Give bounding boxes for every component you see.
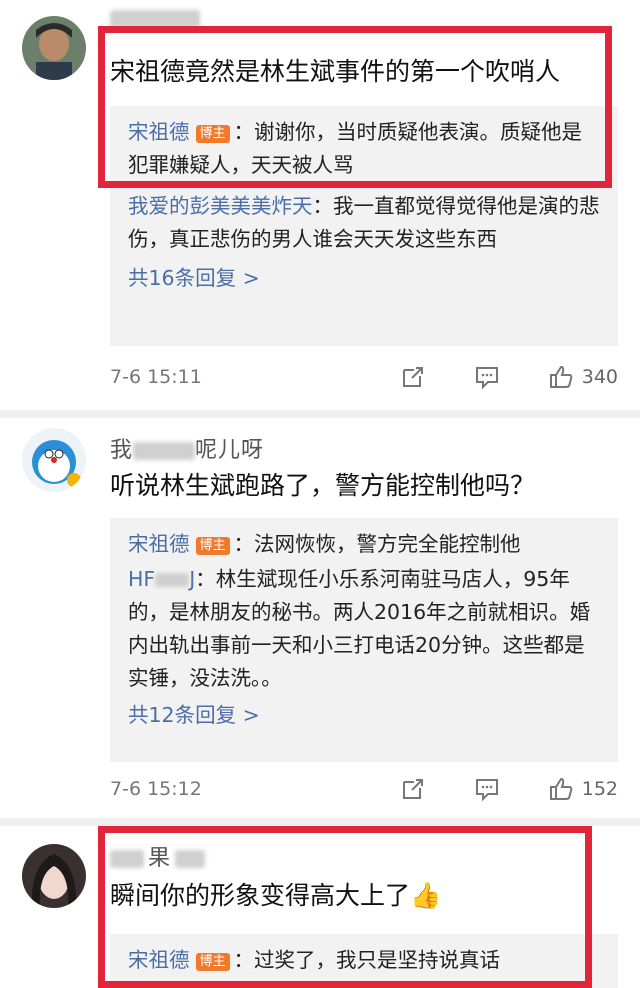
- author-name-suffix: 呢儿呀: [195, 438, 265, 463]
- blurred-name: [110, 10, 200, 28]
- comment-author[interactable]: [110, 6, 200, 31]
- reply-username[interactable]: 我爱的彭美美美炸天: [128, 194, 313, 218]
- reply-username[interactable]: 宋祖德: [128, 120, 190, 144]
- reply-text: ：法网恢恢，警方完全能控制他: [233, 532, 521, 556]
- avatar[interactable]: [22, 428, 86, 492]
- comment-icon[interactable]: [474, 776, 500, 802]
- reply: 宋祖德 博主 ：过奖了，我只是坚持说真话: [128, 944, 600, 977]
- comment-3: 果 瞬间你的形象变得高大上了👍 宋祖德 博主 ：过奖了，我只是坚持说真话: [0, 826, 640, 988]
- avatar[interactable]: [22, 16, 86, 80]
- comment-author[interactable]: 我 呢儿呀: [110, 432, 264, 464]
- like-icon[interactable]: [548, 364, 574, 390]
- comment-text: 宋祖德竟然是林生斌事件的第一个吹哨人: [110, 57, 561, 86]
- comment-time: 7-6 15:12: [110, 778, 202, 800]
- reply: 我爱的彭美美美炸天：我一直都觉得觉得他是演的悲伤，真正悲伤的男人谁会天天发这些东…: [128, 190, 600, 256]
- comment-meta: 7-6 15:12 152: [110, 776, 618, 806]
- blogger-badge: 博主: [195, 537, 230, 555]
- reply: 宋祖德 博主 ：法网恢恢，警方完全能控制他: [128, 528, 600, 561]
- divider: [0, 410, 640, 418]
- reply-text: ：过奖了，我只是坚持说真话: [233, 948, 501, 972]
- reply-box: 宋祖德 博主 ：法网恢恢，警方完全能控制他 HF J：林生斌现任小乐系河南驻马店人，9…: [110, 518, 618, 762]
- author-name-mid: 果: [148, 846, 172, 871]
- like-count: 152: [581, 778, 618, 800]
- comment-time: 7-6 15:11: [110, 366, 202, 388]
- blogger-badge: 博主: [195, 953, 230, 971]
- reply-username-prefix: HF: [128, 567, 156, 591]
- reply-box: 宋祖德 博主 ：谢谢你，当时质疑他表演。质疑他是犯罪嫌疑人，天天被人骂 我爱的彭美美…: [110, 106, 618, 346]
- action-bar: 152: [400, 776, 618, 802]
- comment-text: 瞬间你的形象变得高大上了👍: [110, 881, 442, 910]
- comment-1: 宋祖德竟然是林生斌事件的第一个吹哨人 宋祖德 博主 ：谢谢你，当时质疑他表演。质疑他…: [0, 0, 640, 410]
- comment-meta: 7-6 15:11 340: [110, 364, 618, 394]
- blurred-name: [110, 850, 144, 868]
- avatar-image: [22, 16, 86, 80]
- reply-username[interactable]: HF J: [128, 567, 195, 591]
- like-icon[interactable]: [548, 776, 574, 802]
- reply-username[interactable]: 宋祖德: [128, 532, 190, 556]
- comment-feed: 宋祖德竟然是林生斌事件的第一个吹哨人 宋祖德 博主 ：谢谢你，当时质疑他表演。质疑他…: [0, 0, 640, 988]
- comment-text: 听说林生斌跑路了，警方能控制他吗？: [110, 471, 536, 500]
- divider: [0, 818, 640, 826]
- comment-icon[interactable]: [474, 364, 500, 390]
- comment-author[interactable]: 果: [110, 840, 206, 872]
- author-name-prefix: 我: [110, 438, 134, 463]
- avatar-image: [22, 844, 86, 908]
- comment-2: 我 呢儿呀 听说林生斌跑路了，警方能控制他吗？ 宋祖德 博主 ：法网恢恢，警方完全能控…: [0, 418, 640, 818]
- repost-icon[interactable]: [400, 364, 426, 390]
- blurred-name: [155, 573, 190, 587]
- like-count: 340: [581, 366, 618, 388]
- repost-icon[interactable]: [400, 776, 426, 802]
- action-bar: 340: [400, 364, 618, 390]
- more-replies-link[interactable]: 共16条回复 >: [128, 262, 600, 295]
- blogger-badge: 博主: [195, 125, 230, 143]
- reply: HF J：林生斌现任小乐系河南驻马店人，95年的，是林朋友的秘书。两人2016年之…: [128, 563, 600, 695]
- avatar[interactable]: [22, 844, 86, 908]
- reply-username[interactable]: 宋祖德: [128, 948, 190, 972]
- avatar-image: [22, 428, 86, 492]
- more-replies-link[interactable]: 共12条回复 >: [128, 699, 600, 732]
- reply-box: 宋祖德 博主 ：过奖了，我只是坚持说真话: [110, 934, 618, 988]
- blurred-name: [133, 442, 196, 460]
- reply-text: ：林生斌现任小乐系河南驻马店人，95年的，是林朋友的秘书。两人2016年之前就相…: [128, 567, 591, 690]
- reply: 宋祖德 博主 ：谢谢你，当时质疑他表演。质疑他是犯罪嫌疑人，天天被人骂: [128, 116, 600, 182]
- blurred-name: [175, 850, 206, 868]
